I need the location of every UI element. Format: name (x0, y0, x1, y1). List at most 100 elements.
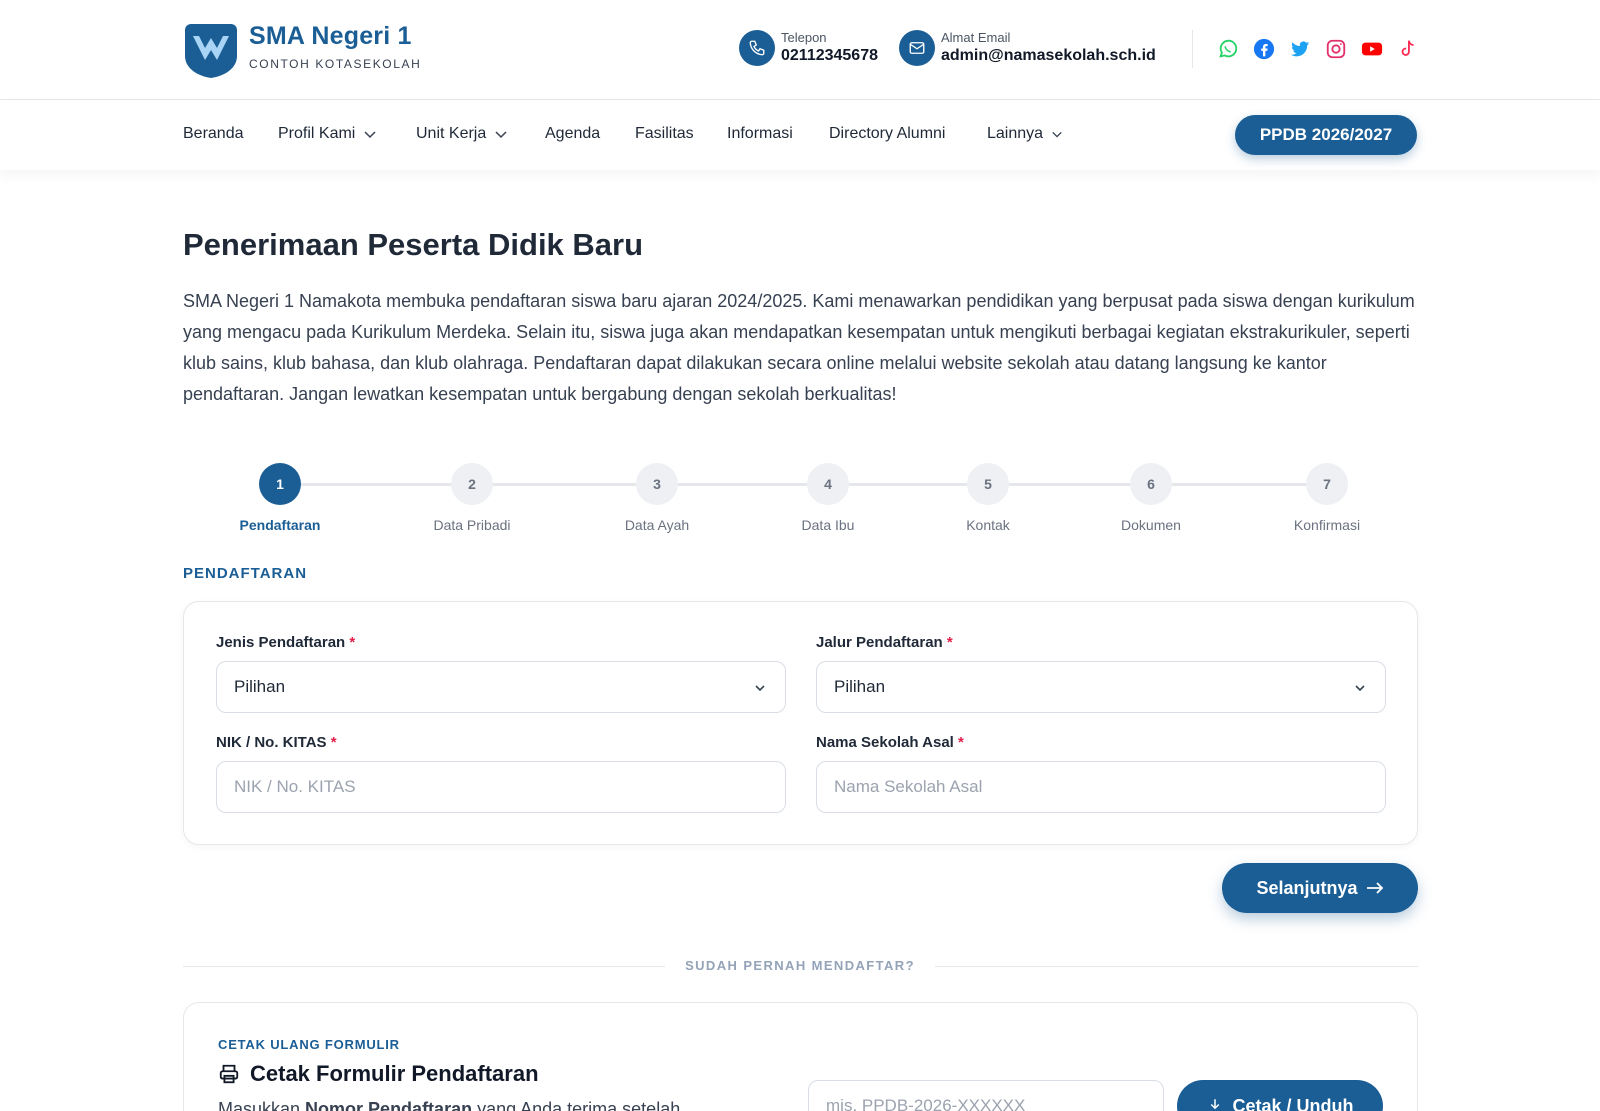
nav-label: Fasilitas (635, 125, 694, 142)
page-title: Penerimaan Peserta Didik Baru (183, 227, 644, 262)
instagram-icon[interactable] (1324, 37, 1348, 61)
nav-label: Beranda (183, 125, 244, 142)
required-mark: * (330, 734, 337, 751)
intro-paragraph: SMA Negeri 1 Namakota membuka pendaftara… (183, 291, 1415, 404)
facebook-icon[interactable] (1252, 37, 1276, 61)
step-number: 3 (636, 463, 678, 505)
chevron-down-icon (495, 131, 507, 139)
label-text: Jalur Pendaftaran (816, 634, 943, 651)
step-label: Pendaftaran (239, 517, 321, 533)
download-icon (1211, 1099, 1220, 1110)
jalur-pendaftaran-label: Jalur Pendaftaran * (816, 634, 953, 651)
reprint-eyebrow: CETAK ULANG FORMULIR (218, 1037, 400, 1052)
registration-form-card: Jenis Pendaftaran * Pilihan Jalur Pendaf… (183, 601, 1418, 845)
nama-sekolah-asal-input[interactable]: Nama Sekolah Asal (816, 761, 1386, 813)
header-divider (1192, 30, 1193, 68)
contact-phone[interactable]: Telepon 02112345678 (739, 30, 878, 66)
label-text: NIK / No. KITAS (216, 734, 327, 751)
print-download-button[interactable]: Cetak / Unduh (1177, 1080, 1383, 1111)
label-text: Jenis Pendaftaran (216, 634, 346, 651)
nav-item-directory-alumni[interactable]: Directory Alumni (829, 125, 945, 143)
phone-icon (739, 30, 775, 66)
youtube-icon[interactable] (1360, 37, 1384, 61)
printer-icon (219, 1064, 239, 1084)
nav-label: Unit Kerja (416, 125, 487, 142)
required-mark: * (958, 734, 964, 751)
mail-icon (899, 30, 935, 66)
school-logo-icon[interactable] (183, 22, 239, 78)
chevron-down-icon (1052, 131, 1062, 138)
nav-item-profil-kami[interactable]: Profil Kami (278, 125, 377, 143)
select-value: Pilihan (234, 677, 286, 696)
nav-item-fasilitas[interactable]: Fasilitas (635, 125, 694, 143)
label-text: Nama Sekolah Asal (816, 734, 954, 751)
phone-value: 02112345678 (781, 47, 878, 64)
top-header: SMA Negeri 1 CONTOH KOTASEKOLAH Telepon … (0, 0, 1600, 100)
reprint-form-card: CETAK ULANG FORMULIR Cetak Formulir Pend… (183, 1002, 1418, 1111)
select-value: Pilihan (834, 677, 886, 696)
nav-label: Informasi (727, 125, 793, 142)
chevron-down-icon (755, 685, 765, 692)
ppdb-button[interactable]: PPDB 2026/2027 (1235, 115, 1417, 155)
arrow-right-icon (1366, 882, 1383, 894)
whatsapp-icon[interactable] (1216, 37, 1240, 61)
nav-label: Lainnya (987, 125, 1044, 142)
step-number: 7 (1306, 463, 1348, 505)
chevron-down-icon (1355, 685, 1365, 692)
desc-text: Masukkan (218, 1099, 306, 1111)
step-label: Konfirmasi (1293, 517, 1361, 533)
next-label: Selanjutnya (1256, 877, 1358, 898)
divider-text: SUDAH PERNAH MENDAFTAR? (685, 958, 915, 973)
section-label: PENDAFTARAN (183, 565, 308, 582)
desc-bold: Nomor Pendaftaran (305, 1099, 473, 1111)
required-mark: * (349, 634, 356, 651)
social-links (1216, 37, 1420, 61)
phone-label: Telepon (781, 30, 827, 45)
step-kontak[interactable]: 5 Kontak (928, 463, 1048, 533)
jalur-pendaftaran-select[interactable]: Pilihan (816, 661, 1386, 713)
reprint-description: Masukkan Nomor Pendaftaran yang Anda ter… (218, 1099, 680, 1111)
step-label: Data Pribadi (433, 517, 511, 533)
step-number: 5 (967, 463, 1009, 505)
nav-item-beranda[interactable]: Beranda (183, 125, 244, 143)
step-data-ayah[interactable]: 3 Data Ayah (597, 463, 717, 533)
step-data-ibu[interactable]: 4 Data Ibu (768, 463, 888, 533)
jenis-pendaftaran-label: Jenis Pendaftaran * (216, 634, 355, 651)
chevron-down-icon (364, 131, 376, 139)
step-label: Data Ibu (801, 517, 855, 533)
step-dokumen[interactable]: 6 Dokumen (1091, 463, 1211, 533)
reprint-title: Cetak Formulir Pendaftaran (218, 1061, 539, 1087)
jenis-pendaftaran-select[interactable]: Pilihan (216, 661, 786, 713)
nav-item-agenda[interactable]: Agenda (545, 125, 600, 143)
email-label: Almat Email (941, 30, 1011, 45)
nav-label: Agenda (545, 125, 601, 142)
school-name[interactable]: SMA Negeri 1 (249, 22, 412, 51)
step-number: 6 (1130, 463, 1172, 505)
step-label: Dokumen (1121, 517, 1181, 533)
step-number: 1 (259, 463, 301, 505)
nav-item-unit-kerja[interactable]: Unit Kerja (416, 125, 508, 143)
email-value: admin@namasekolah.sch.id (941, 47, 1156, 64)
registration-number-input[interactable]: mis. PPDB-2026-XXXXXX (808, 1080, 1164, 1111)
nik-input[interactable]: NIK / No. KITAS (216, 761, 786, 813)
school-city: CONTOH KOTASEKOLAH (249, 57, 422, 71)
nav-item-informasi[interactable]: Informasi (727, 125, 793, 143)
next-button[interactable]: Selanjutnya (1222, 863, 1418, 913)
step-label: Kontak (966, 517, 1010, 533)
nav-item-lainnya[interactable]: Lainnya (987, 125, 1063, 143)
step-pendaftaran[interactable]: 1 Pendaftaran (220, 463, 340, 533)
nik-label: NIK / No. KITAS * (216, 734, 337, 751)
desc-text: yang Anda terima setelah (472, 1099, 681, 1111)
nav-label: Directory Alumni (829, 125, 946, 142)
nama-sekolah-asal-label: Nama Sekolah Asal * (816, 734, 964, 751)
reprint-title-text: Cetak Formulir Pendaftaran (250, 1061, 539, 1086)
twitter-icon[interactable] (1288, 37, 1312, 61)
step-konfirmasi[interactable]: 7 Konfirmasi (1267, 463, 1387, 533)
contact-email[interactable]: Almat Email admin@namasekolah.sch.id (899, 30, 1156, 66)
nav-label: Profil Kami (278, 125, 356, 142)
required-mark: * (946, 634, 953, 651)
step-number: 4 (807, 463, 849, 505)
tiktok-icon[interactable] (1396, 37, 1420, 61)
step-data-pribadi[interactable]: 2 Data Pribadi (412, 463, 532, 533)
divider-left (183, 966, 665, 967)
